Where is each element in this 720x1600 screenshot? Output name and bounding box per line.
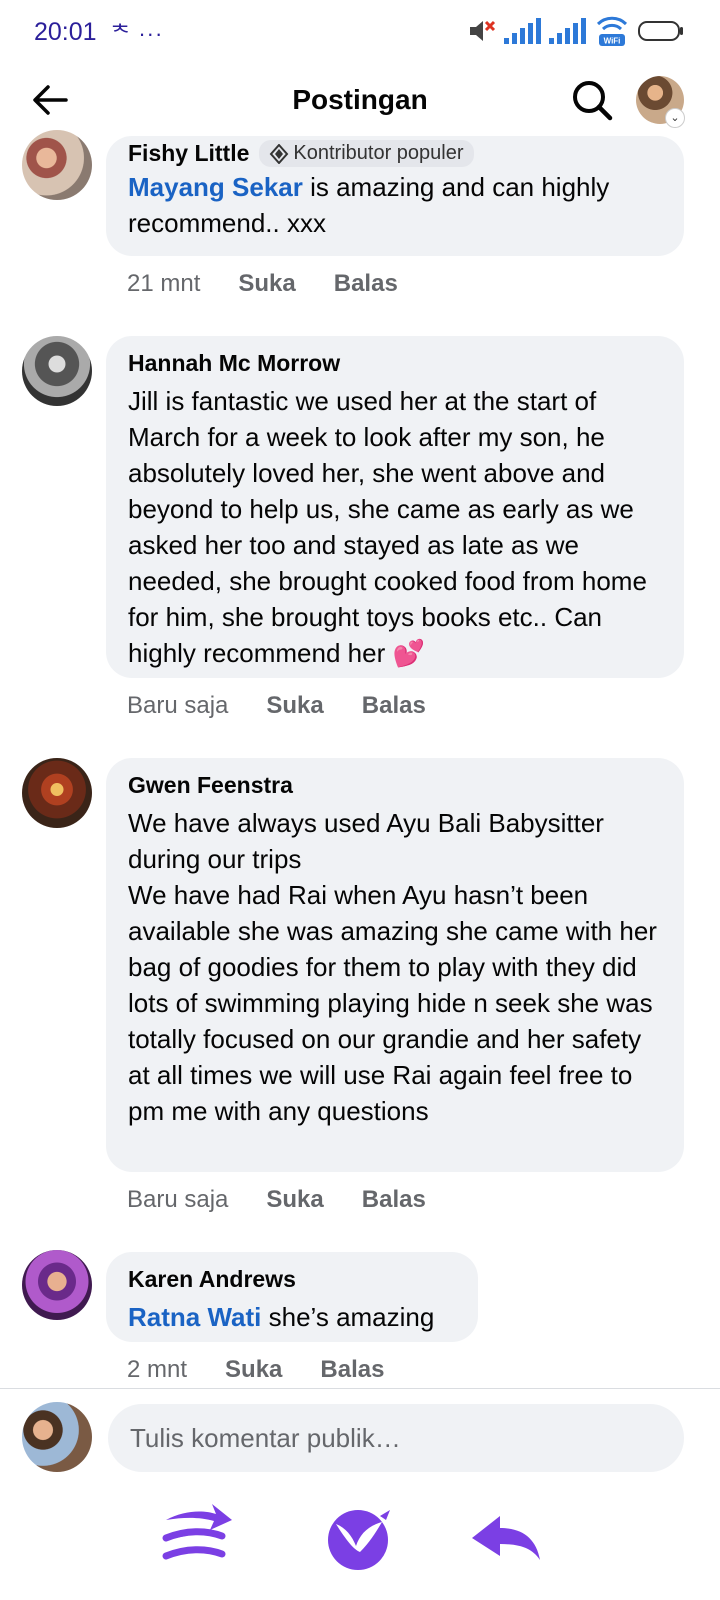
comment-author[interactable]: Karen Andrews bbox=[128, 1266, 456, 1293]
comment-author[interactable]: Gwen Feenstra bbox=[128, 772, 662, 799]
multi-arrow-icon[interactable] bbox=[158, 1498, 238, 1578]
comment-meta: 21 mnt Suka Balas bbox=[127, 270, 398, 298]
avatar[interactable] bbox=[22, 336, 92, 406]
search-icon[interactable] bbox=[570, 78, 614, 122]
comment-time: Baru saja bbox=[127, 1186, 229, 1213]
signal-1-icon bbox=[504, 18, 541, 44]
mention-link[interactable]: Ratna Wati bbox=[128, 1302, 261, 1332]
comment-text: Jill is fantastic we used her at the sta… bbox=[128, 386, 655, 668]
divider bbox=[0, 1388, 720, 1389]
chevron-down-icon[interactable]: ⌄ bbox=[665, 108, 685, 128]
avatar[interactable] bbox=[22, 1250, 92, 1320]
status-bar: 20:01 ᅕ ··· WiFi bbox=[0, 0, 720, 64]
badge-label: Kontributor populer bbox=[293, 142, 464, 164]
like-button[interactable]: Suka bbox=[238, 270, 295, 298]
reply-button[interactable]: Balas bbox=[362, 692, 426, 720]
comment-time: 21 mnt bbox=[127, 270, 201, 297]
status-icons: WiFi bbox=[466, 14, 683, 48]
comment-bubble: Fishy Little Kontributor populer Mayang … bbox=[106, 136, 684, 256]
comment-time: 2 mnt bbox=[127, 1356, 188, 1383]
comment-bubble: Karen Andrews Ratna Wati she’s amazing bbox=[106, 1252, 478, 1342]
comment-meta: 2 mnt Suka Balas bbox=[127, 1356, 384, 1384]
reply-arrow-icon[interactable] bbox=[466, 1498, 546, 1578]
current-user-avatar bbox=[22, 1402, 92, 1472]
reply-button[interactable]: Balas bbox=[362, 1186, 426, 1214]
comment-time: Baru saja bbox=[127, 692, 229, 719]
comment-text: We have always used Ayu Bali Babysitter … bbox=[128, 808, 657, 1126]
avatar[interactable] bbox=[22, 130, 92, 200]
signal-2-icon bbox=[549, 18, 586, 44]
badge-icon bbox=[270, 143, 289, 164]
like-button[interactable]: Suka bbox=[266, 1186, 323, 1214]
mention-link[interactable]: Mayang Sekar bbox=[128, 172, 303, 202]
reply-button[interactable]: Balas bbox=[320, 1356, 384, 1384]
comment-text: Ratna Wati she’s amazing bbox=[128, 1302, 435, 1332]
status-time: 20:01 bbox=[34, 18, 97, 46]
like-button[interactable]: Suka bbox=[225, 1356, 282, 1384]
comment-author[interactable]: Hannah Mc Morrow bbox=[128, 350, 662, 377]
comment-bubble: Hannah Mc Morrow Jill is fantastic we us… bbox=[106, 336, 684, 678]
comment-meta: Baru saja Suka Balas bbox=[127, 692, 426, 720]
battery-icon bbox=[638, 21, 683, 41]
like-button[interactable]: Suka bbox=[266, 692, 323, 720]
comment-meta: Baru saja Suka Balas bbox=[127, 1186, 426, 1214]
top-contributor-badge: Kontributor populer bbox=[259, 140, 474, 167]
avatar[interactable] bbox=[22, 758, 92, 828]
comment-text: Mayang Sekar is amazing and can highly r… bbox=[128, 172, 617, 238]
bottom-navigation bbox=[0, 1480, 720, 1600]
top-app-bar: Postingan ⌄ bbox=[0, 64, 720, 136]
comment-bubble: Gwen Feenstra We have always used Ayu Ba… bbox=[106, 758, 684, 1172]
comment-author[interactable]: Fishy Little bbox=[128, 140, 249, 167]
status-notification-icons: ᅕ ··· bbox=[110, 21, 164, 46]
wifi-icon: WiFi bbox=[596, 16, 628, 46]
reply-button[interactable]: Balas bbox=[334, 270, 398, 298]
bird-logo-icon[interactable] bbox=[320, 1498, 400, 1578]
speaker-muted-icon bbox=[470, 20, 496, 41]
comment-input[interactable]: Tulis komentar publik… bbox=[108, 1404, 684, 1472]
wifi-label: WiFi bbox=[604, 37, 621, 46]
